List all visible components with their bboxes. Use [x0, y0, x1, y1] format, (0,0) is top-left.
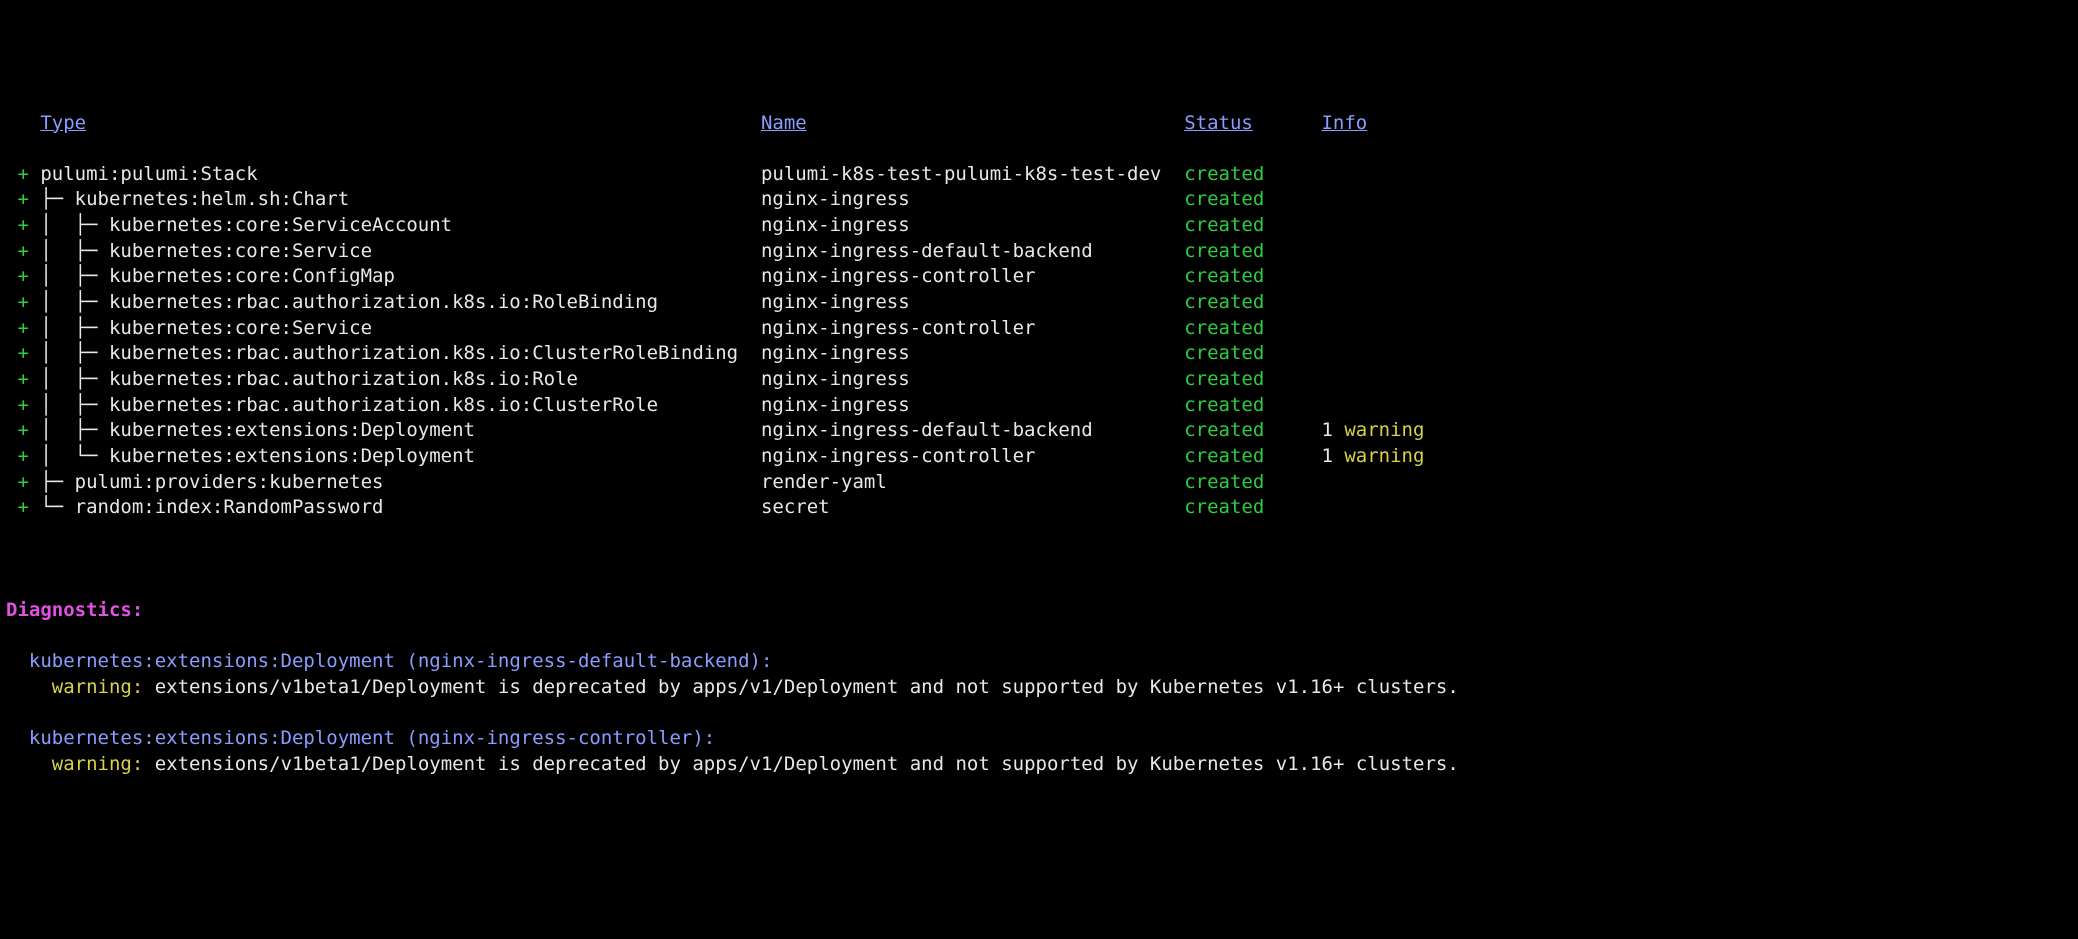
- header-row: Type Name Status Info: [6, 111, 2072, 137]
- resource-name: render-yaml: [761, 471, 887, 493]
- op-plus: +: [6, 418, 40, 444]
- resource-name: nginx-ingress-controller: [761, 317, 1036, 339]
- op-plus: +: [6, 290, 40, 316]
- resource-name: nginx-ingress-default-backend: [761, 419, 1093, 441]
- diagnostic-resource: kubernetes:extensions:Deployment (nginx-…: [6, 649, 2072, 675]
- resource-status: created: [1184, 368, 1264, 390]
- resource-row: + └─ random:index:RandomPassword secret cr…: [6, 495, 2072, 521]
- resource-row: + ├─ kubernetes:helm.sh:Chart nginx-ingre…: [6, 187, 2072, 213]
- resource-status: created: [1184, 317, 1264, 339]
- pulumi-output: Type Name Status Info + pulumi:pulumi:Stack…: [6, 85, 2072, 829]
- resource-row: + pulumi:pulumi:Stack pulumi-k8s-test-pul…: [6, 162, 2072, 188]
- resource-status: created: [1184, 445, 1264, 467]
- resource-row: + │ ├─ kubernetes:core:Service nginx-ingr…: [6, 316, 2072, 342]
- resource-status: created: [1184, 240, 1264, 262]
- resource-name: nginx-ingress: [761, 342, 910, 364]
- resource-row: + │ ├─ kubernetes:core:ConfigMap nginx-in…: [6, 264, 2072, 290]
- resource-row: + ├─ pulumi:providers:kubernetes render-y…: [6, 470, 2072, 496]
- resource-type: ├─ pulumi:providers:kubernetes: [40, 471, 383, 493]
- resource-name: nginx-ingress: [761, 188, 910, 210]
- op-plus: +: [6, 495, 40, 521]
- resource-rows: + pulumi:pulumi:Stack pulumi-k8s-test-pul…: [6, 162, 2072, 521]
- op-plus: +: [6, 444, 40, 470]
- resource-name: nginx-ingress: [761, 214, 910, 236]
- op-plus: +: [6, 341, 40, 367]
- resource-info: 1 warning: [1321, 418, 1424, 444]
- resource-name: pulumi-k8s-test-pulumi-k8s-test-dev: [761, 163, 1161, 185]
- resource-status: created: [1184, 214, 1264, 236]
- header-type: Type: [40, 112, 86, 134]
- resource-type: └─ random:index:RandomPassword: [40, 496, 383, 518]
- resource-type: │ └─ kubernetes:extensions:Deployment: [40, 445, 475, 467]
- resource-status: created: [1184, 163, 1264, 185]
- op-plus: +: [6, 470, 40, 496]
- diagnostics-body: kubernetes:extensions:Deployment (nginx-…: [6, 649, 2072, 803]
- resource-name: nginx-ingress-controller: [761, 445, 1036, 467]
- op-plus: +: [6, 162, 40, 188]
- header-info: Info: [1321, 112, 1367, 134]
- resource-name: nginx-ingress: [761, 394, 910, 416]
- resource-type: ├─ kubernetes:helm.sh:Chart: [40, 188, 349, 210]
- resource-row: + │ ├─ kubernetes:rbac.authorization.k8s…: [6, 393, 2072, 419]
- resource-type: │ ├─ kubernetes:rbac.authorization.k8s.i…: [40, 394, 658, 416]
- resource-status: created: [1184, 188, 1264, 210]
- resource-type: │ ├─ kubernetes:core:ConfigMap: [40, 265, 395, 287]
- resource-type: │ ├─ kubernetes:rbac.authorization.k8s.i…: [40, 342, 738, 364]
- resource-info: 1 warning: [1321, 444, 1424, 470]
- resource-status: created: [1184, 471, 1264, 493]
- resource-type: pulumi:pulumi:Stack: [40, 163, 257, 185]
- resource-status: created: [1184, 291, 1264, 313]
- resource-type: │ ├─ kubernetes:rbac.authorization.k8s.i…: [40, 368, 578, 390]
- header-status: Status: [1184, 112, 1253, 134]
- resource-row: + │ ├─ kubernetes:core:Service nginx-ingr…: [6, 239, 2072, 265]
- resource-name: nginx-ingress: [761, 291, 910, 313]
- op-plus: +: [6, 316, 40, 342]
- resource-name: nginx-ingress-default-backend: [761, 240, 1093, 262]
- resource-status: created: [1184, 265, 1264, 287]
- resource-row: + │ ├─ kubernetes:extensions:Deployment n…: [6, 418, 2072, 444]
- resource-name: nginx-ingress-controller: [761, 265, 1036, 287]
- resource-row: + │ └─ kubernetes:extensions:Deployment n…: [6, 444, 2072, 470]
- op-plus: +: [6, 187, 40, 213]
- resource-name: nginx-ingress: [761, 368, 910, 390]
- resource-row: + │ ├─ kubernetes:rbac.authorization.k8s…: [6, 341, 2072, 367]
- resource-status: created: [1184, 419, 1264, 441]
- diagnostic-message: warning: extensions/v1beta1/Deployment i…: [6, 675, 2072, 701]
- resource-type: │ ├─ kubernetes:core:Service: [40, 317, 372, 339]
- op-plus: +: [6, 393, 40, 419]
- header-name: Name: [761, 112, 807, 134]
- op-plus: +: [6, 239, 40, 265]
- resource-status: created: [1184, 496, 1264, 518]
- op-plus: +: [6, 264, 40, 290]
- resource-type: │ ├─ kubernetes:core:Service: [40, 240, 372, 262]
- resource-status: created: [1184, 394, 1264, 416]
- diagnostic-resource: kubernetes:extensions:Deployment (nginx-…: [6, 726, 2072, 752]
- op-plus: +: [6, 367, 40, 393]
- op-plus: +: [6, 213, 40, 239]
- resource-type: │ ├─ kubernetes:rbac.authorization.k8s.i…: [40, 291, 658, 313]
- resource-row: + │ ├─ kubernetes:rbac.authorization.k8s…: [6, 290, 2072, 316]
- resource-status: created: [1184, 342, 1264, 364]
- resource-type: │ ├─ kubernetes:core:ServiceAccount: [40, 214, 452, 236]
- resource-row: + │ ├─ kubernetes:rbac.authorization.k8s…: [6, 367, 2072, 393]
- diagnostics-header: Diagnostics:: [6, 599, 143, 621]
- resource-row: + │ ├─ kubernetes:core:ServiceAccount ngi…: [6, 213, 2072, 239]
- resource-name: secret: [761, 496, 830, 518]
- diagnostic-message: warning: extensions/v1beta1/Deployment i…: [6, 752, 2072, 778]
- resource-type: │ ├─ kubernetes:extensions:Deployment: [40, 419, 475, 441]
